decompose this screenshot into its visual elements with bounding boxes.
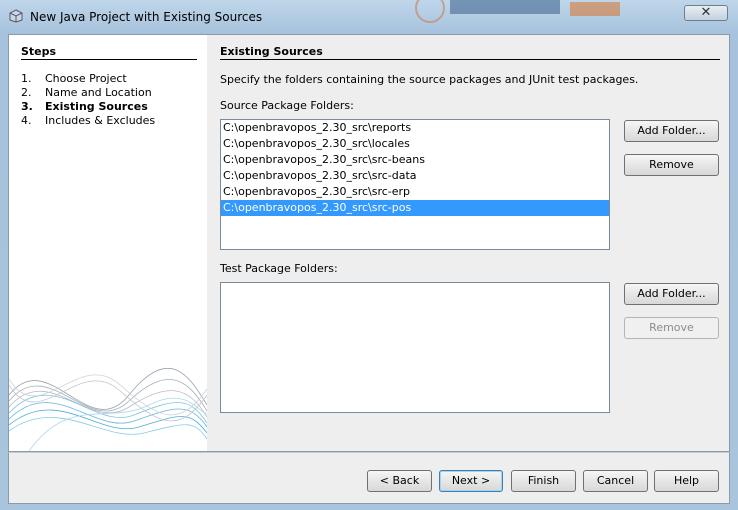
steps-heading: Steps: [21, 45, 57, 58]
dialog-window: New Java Project with Existing Sources ✕…: [0, 0, 738, 510]
step-choose-project: 1. Choose Project: [21, 72, 127, 85]
test-folders-list[interactable]: [220, 282, 610, 413]
step-number: 1.: [21, 72, 32, 85]
step-existing-sources: 3. Existing Sources: [21, 100, 148, 113]
list-item[interactable]: C:\openbravopos_2.30_src\src-beans: [221, 152, 609, 168]
list-item[interactable]: C:\openbravopos_2.30_src\locales: [221, 136, 609, 152]
decorative-wave-graphic: [9, 367, 207, 451]
wizard-content: Steps 1. Choose Project 2. Name and Locati…: [8, 34, 730, 452]
java-project-icon: [9, 9, 23, 23]
step-number: 4.: [21, 114, 32, 127]
finish-button[interactable]: Finish: [511, 470, 576, 492]
title-divider: [220, 59, 720, 60]
list-item[interactable]: C:\openbravopos_2.30_src\src-data: [221, 168, 609, 184]
page-title: Existing Sources: [220, 45, 323, 58]
netbeans-banner-graphic: [415, 0, 620, 23]
step-label: Existing Sources: [45, 100, 148, 113]
window-title: New Java Project with Existing Sources: [30, 10, 263, 24]
step-label: Includes & Excludes: [45, 114, 156, 127]
step-name-and-location: 2. Name and Location: [21, 86, 152, 99]
list-item[interactable]: C:\openbravopos_2.30_src\src-erp: [221, 184, 609, 200]
next-button[interactable]: Next >: [439, 470, 503, 492]
test-remove-button[interactable]: Remove: [624, 317, 719, 339]
source-folders-list[interactable]: C:\openbravopos_2.30_src\reports C:\open…: [220, 119, 610, 250]
list-item[interactable]: C:\openbravopos_2.30_src\reports: [221, 120, 609, 136]
source-folders-label: Source Package Folders:: [220, 99, 354, 112]
steps-divider: [21, 59, 197, 60]
page-description: Specify the folders containing the sourc…: [220, 73, 639, 86]
test-folders-label: Test Package Folders:: [220, 262, 338, 275]
wizard-button-bar: < Back Next > Finish Cancel Help: [8, 452, 730, 504]
list-item-selected[interactable]: C:\openbravopos_2.30_src\src-pos: [221, 200, 609, 216]
source-remove-button[interactable]: Remove: [624, 154, 719, 176]
close-button[interactable]: ✕: [684, 5, 728, 21]
source-add-folder-button[interactable]: Add Folder...: [624, 120, 719, 142]
steps-panel: Steps 1. Choose Project 2. Name and Locati…: [9, 35, 207, 451]
help-button[interactable]: Help: [654, 470, 719, 492]
test-add-folder-button[interactable]: Add Folder...: [624, 283, 719, 305]
back-button[interactable]: < Back: [367, 470, 432, 492]
step-label: Name and Location: [45, 86, 152, 99]
close-icon: ✕: [700, 5, 712, 20]
cancel-button[interactable]: Cancel: [583, 470, 648, 492]
step-number: 3.: [21, 100, 33, 113]
step-includes-excludes: 4. Includes & Excludes: [21, 114, 155, 127]
title-bar[interactable]: New Java Project with Existing Sources ✕: [0, 0, 738, 34]
step-label: Choose Project: [45, 72, 127, 85]
step-number: 2.: [21, 86, 32, 99]
